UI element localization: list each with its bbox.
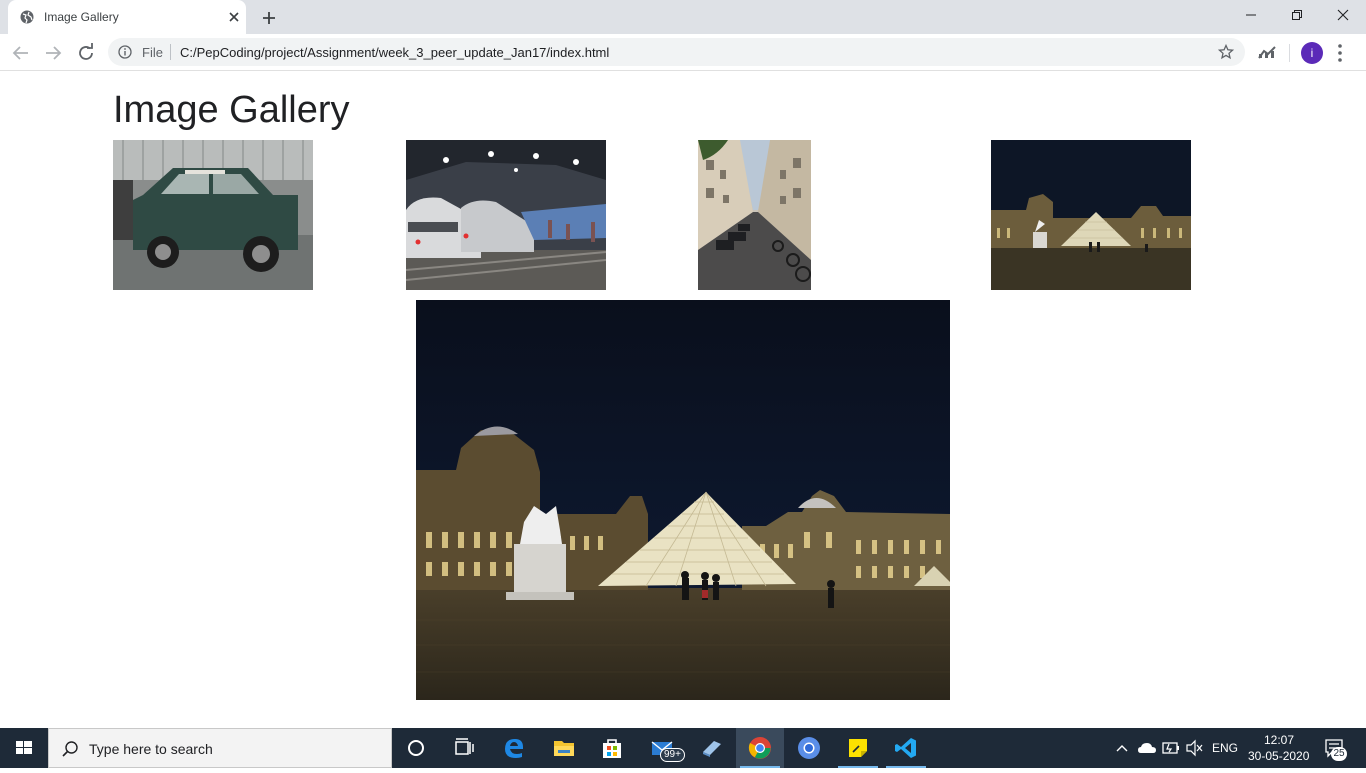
windows-taskbar: Type here to search 99+ ENG 12:07 30-05-… bbox=[0, 728, 1366, 768]
address-bar[interactable]: File C:/PepCoding/project/Assignment/wee… bbox=[108, 38, 1245, 66]
chromium-taskbar-button[interactable] bbox=[785, 728, 833, 768]
vscode-icon bbox=[895, 738, 916, 758]
language-indicator[interactable]: ENG bbox=[1212, 741, 1238, 755]
task-view-button[interactable] bbox=[440, 728, 488, 768]
bookmark-star-icon[interactable] bbox=[1218, 44, 1234, 60]
onedrive-cloud-icon[interactable] bbox=[1137, 728, 1157, 768]
cortana-button[interactable] bbox=[392, 728, 440, 768]
clock-date[interactable]: 30-05-2020 bbox=[1248, 749, 1309, 763]
app-installer-button[interactable] bbox=[688, 728, 736, 768]
store-button[interactable] bbox=[588, 728, 636, 768]
page-title: Image Gallery bbox=[113, 89, 350, 131]
forward-arrow-icon[interactable] bbox=[41, 41, 65, 65]
store-bag-icon bbox=[603, 739, 621, 758]
search-placeholder: Type here to search bbox=[89, 741, 213, 757]
notification-count: 25 bbox=[1331, 747, 1347, 761]
paris-street-image bbox=[698, 140, 811, 290]
folder-icon bbox=[554, 741, 574, 756]
minimize-icon bbox=[1246, 14, 1256, 16]
laptop-icon bbox=[703, 741, 721, 757]
page-content: Image Gallery bbox=[0, 71, 1366, 728]
url-separator bbox=[170, 44, 171, 60]
chrome-taskbar-button[interactable] bbox=[736, 728, 784, 768]
globe-icon bbox=[20, 10, 34, 24]
restore-icon bbox=[1292, 10, 1302, 20]
close-icon[interactable] bbox=[226, 9, 242, 25]
mail-button[interactable]: 99+ bbox=[638, 728, 686, 768]
edge-browser-icon bbox=[505, 739, 523, 758]
back-arrow-icon[interactable] bbox=[9, 41, 33, 65]
thumbnail-trains-station[interactable] bbox=[406, 140, 606, 290]
tab-title: Image Gallery bbox=[44, 10, 119, 24]
info-icon[interactable] bbox=[118, 45, 132, 59]
browser-tab[interactable]: Image Gallery bbox=[8, 0, 246, 34]
sticky-notes-icon bbox=[849, 739, 867, 757]
mail-badge: 99+ bbox=[660, 748, 685, 762]
louvre-night-main-image bbox=[416, 300, 950, 700]
new-tab-icon[interactable] bbox=[258, 7, 280, 29]
cortana-circle-icon bbox=[408, 740, 424, 756]
trains-station-image bbox=[406, 140, 606, 290]
file-explorer-button[interactable] bbox=[540, 728, 588, 768]
battery-icon[interactable] bbox=[1162, 728, 1180, 768]
menu-dots-icon[interactable] bbox=[1336, 43, 1344, 63]
volume-muted-icon[interactable] bbox=[1185, 728, 1203, 768]
reload-icon[interactable] bbox=[74, 41, 98, 65]
mini-car-image bbox=[113, 140, 313, 290]
minimize-button[interactable] bbox=[1228, 0, 1274, 30]
url-text[interactable]: C:/PepCoding/project/Assignment/week_3_p… bbox=[180, 45, 609, 60]
windows-logo-icon bbox=[16, 741, 32, 754]
extension-chart-icon[interactable] bbox=[1258, 45, 1276, 59]
close-window-button[interactable] bbox=[1320, 0, 1366, 30]
chromium-icon bbox=[798, 737, 820, 759]
edge-taskbar-button[interactable] bbox=[490, 728, 538, 768]
thumbnail-louvre-night[interactable] bbox=[991, 140, 1191, 290]
close-window-icon bbox=[1337, 9, 1349, 21]
url-scheme-label: File bbox=[142, 45, 163, 60]
clock-time[interactable]: 12:07 bbox=[1264, 733, 1294, 747]
search-icon bbox=[62, 741, 78, 757]
restore-button[interactable] bbox=[1274, 0, 1320, 30]
main-image-louvre-night bbox=[416, 300, 950, 700]
toolbar-divider bbox=[1289, 44, 1290, 62]
thumbnail-mini-car[interactable] bbox=[113, 140, 313, 290]
task-view-icon bbox=[455, 738, 474, 755]
profile-avatar[interactable]: i bbox=[1301, 42, 1323, 64]
tab-strip: Image Gallery bbox=[0, 0, 1366, 34]
vscode-taskbar-button[interactable] bbox=[882, 728, 930, 768]
taskbar-search-box[interactable]: Type here to search bbox=[48, 728, 392, 768]
thumbnail-paris-street[interactable] bbox=[698, 140, 811, 290]
start-button[interactable] bbox=[0, 728, 48, 768]
tray-chevron-up-icon[interactable] bbox=[1114, 728, 1130, 768]
louvre-night-thumb-image bbox=[991, 140, 1191, 290]
sticky-notes-button[interactable] bbox=[834, 728, 882, 768]
browser-toolbar: File C:/PepCoding/project/Assignment/wee… bbox=[0, 34, 1366, 71]
chrome-icon bbox=[748, 737, 771, 759]
